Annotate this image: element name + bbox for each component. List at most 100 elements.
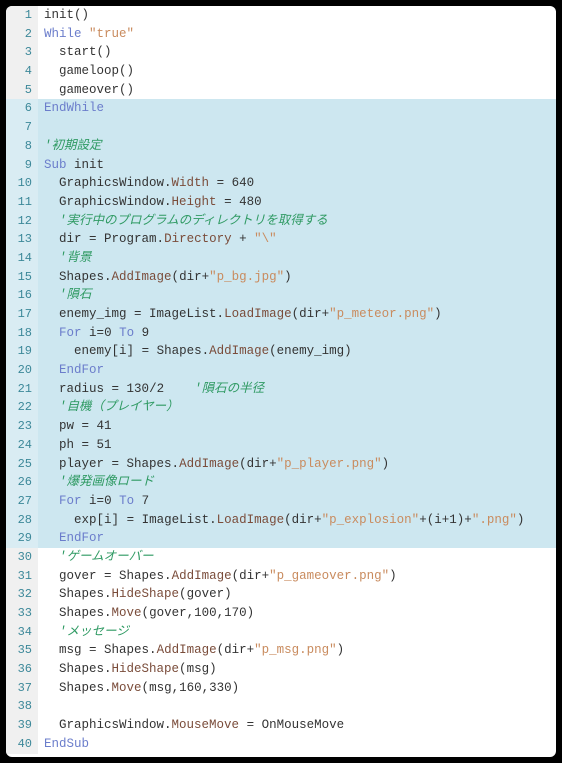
code-line[interactable]: 13 dir = Program.Directory + "\"	[6, 230, 556, 249]
line-content[interactable]: start()	[38, 43, 556, 62]
line-content[interactable]: '実行中のプログラムのディレクトリを取得する	[38, 212, 556, 231]
code-line[interactable]: 8'初期設定	[6, 137, 556, 156]
code-line[interactable]: 25 player = Shapes.AddImage(dir+"p_playe…	[6, 455, 556, 474]
code-line[interactable]: 16 '隕石	[6, 286, 556, 305]
code-line[interactable]: 19 enemy[i] = Shapes.AddImage(enemy_img)	[6, 342, 556, 361]
code-line[interactable]: 4 gameloop()	[6, 62, 556, 81]
code-line[interactable]: 33 Shapes.Move(gover,100,170)	[6, 604, 556, 623]
code-line[interactable]: 18 For i=0 To 9	[6, 324, 556, 343]
token-punct: (	[239, 457, 247, 471]
token-number: 330	[209, 681, 232, 695]
token-op: +	[269, 457, 277, 471]
line-content[interactable]: EndWhile	[38, 99, 556, 118]
token-ident	[89, 419, 97, 433]
code-line[interactable]: 21 radius = 130/2 '隕石の半径	[6, 380, 556, 399]
code-line[interactable]: 9Sub init	[6, 156, 556, 175]
line-content[interactable]: msg = Shapes.AddImage(dir+"p_msg.png")	[38, 641, 556, 660]
token-string: "p_bg.jpg"	[209, 270, 284, 284]
line-content[interactable]: gameloop()	[38, 62, 556, 81]
code-line[interactable]: 26 '爆発画像ロード	[6, 473, 556, 492]
line-content[interactable]: Shapes.Move(msg,160,330)	[38, 679, 556, 698]
code-line[interactable]: 34 'メッセージ	[6, 623, 556, 642]
line-number: 21	[6, 380, 38, 399]
line-content[interactable]: gameover()	[38, 81, 556, 100]
line-content[interactable]: enemy[i] = Shapes.AddImage(enemy_img)	[38, 342, 556, 361]
line-content[interactable]: '背景	[38, 249, 556, 268]
line-content[interactable]: Shapes.HideShape(gover)	[38, 585, 556, 604]
token-ident: GraphicsWindow	[44, 176, 164, 190]
line-content[interactable]: player = Shapes.AddImage(dir+"p_player.p…	[38, 455, 556, 474]
code-line[interactable]: 22 '自機（プレイヤー）	[6, 398, 556, 417]
line-content[interactable]: For i=0 To 7	[38, 492, 556, 511]
code-line[interactable]: 12 '実行中のプログラムのディレクトリを取得する	[6, 212, 556, 231]
token-op: +	[202, 270, 210, 284]
code-line[interactable]: 38	[6, 697, 556, 716]
code-line[interactable]: 37 Shapes.Move(msg,160,330)	[6, 679, 556, 698]
code-line[interactable]: 40EndSub	[6, 735, 556, 754]
code-line[interactable]: 17 enemy_img = ImageList.LoadImage(dir+"…	[6, 305, 556, 324]
code-line[interactable]: 10 GraphicsWindow.Width = 640	[6, 174, 556, 193]
token-ident	[44, 494, 59, 508]
line-content[interactable]: GraphicsWindow.Height = 480	[38, 193, 556, 212]
line-content[interactable]: While "true"	[38, 25, 556, 44]
line-content[interactable]: For i=0 To 9	[38, 324, 556, 343]
line-content[interactable]: radius = 130/2 '隕石の半径	[38, 380, 556, 399]
code-line[interactable]: 1init()	[6, 6, 556, 25]
line-content[interactable]: Shapes.AddImage(dir+"p_bg.jpg")	[38, 268, 556, 287]
code-area[interactable]: 1init()2While "true"3 start()4 gameloop(…	[6, 6, 556, 757]
line-content[interactable]: '爆発画像ロード	[38, 473, 556, 492]
token-number: 41	[97, 419, 112, 433]
code-line[interactable]: 24 ph = 51	[6, 436, 556, 455]
line-content[interactable]: EndFor	[38, 529, 556, 548]
line-content[interactable]: Shapes.Move(gover,100,170)	[38, 604, 556, 623]
code-line[interactable]: 3 start()	[6, 43, 556, 62]
line-content[interactable]: GraphicsWindow.Width = 640	[38, 174, 556, 193]
code-line[interactable]: 7	[6, 118, 556, 137]
code-line[interactable]: 2While "true"	[6, 25, 556, 44]
code-line[interactable]: 30 'ゲームオーバー	[6, 548, 556, 567]
line-content[interactable]: 'ゲームオーバー	[38, 548, 556, 567]
line-content[interactable]: 'メッセージ	[38, 623, 556, 642]
code-line[interactable]: 28 exp[i] = ImageList.LoadImage(dir+"p_e…	[6, 511, 556, 530]
token-member: AddImage	[157, 643, 217, 657]
line-content[interactable]: gover = Shapes.AddImage(dir+"p_gameover.…	[38, 567, 556, 586]
token-ident: dir	[179, 270, 202, 284]
token-ident: ph	[44, 438, 82, 452]
line-content[interactable]: Sub init	[38, 156, 556, 175]
code-line[interactable]: 20 EndFor	[6, 361, 556, 380]
code-line[interactable]: 35 msg = Shapes.AddImage(dir+"p_msg.png"…	[6, 641, 556, 660]
code-line[interactable]: 27 For i=0 To 7	[6, 492, 556, 511]
line-content[interactable]: '初期設定	[38, 137, 556, 156]
line-content[interactable]: init()	[38, 6, 556, 25]
line-content[interactable]: pw = 41	[38, 417, 556, 436]
token-ident: Shapes	[44, 662, 104, 676]
code-line[interactable]: 14 '背景	[6, 249, 556, 268]
line-content[interactable]: GraphicsWindow.MouseMove = OnMouseMove	[38, 716, 556, 735]
code-line[interactable]: 39 GraphicsWindow.MouseMove = OnMouseMov…	[6, 716, 556, 735]
code-line[interactable]: 36 Shapes.HideShape(msg)	[6, 660, 556, 679]
line-number: 20	[6, 361, 38, 380]
code-line[interactable]: 31 gover = Shapes.AddImage(dir+"p_gameov…	[6, 567, 556, 586]
line-content[interactable]: Shapes.HideShape(msg)	[38, 660, 556, 679]
code-line[interactable]: 6EndWhile	[6, 99, 556, 118]
code-line[interactable]: 5 gameover()	[6, 81, 556, 100]
token-string: "p_meteor.png"	[329, 307, 434, 321]
line-content[interactable]: dir = Program.Directory + "\"	[38, 230, 556, 249]
line-content[interactable]: ph = 51	[38, 436, 556, 455]
line-content[interactable]: '隕石	[38, 286, 556, 305]
line-content[interactable]: exp[i] = ImageList.LoadImage(dir+"p_expl…	[38, 511, 556, 530]
code-line[interactable]: 32 Shapes.HideShape(gover)	[6, 585, 556, 604]
token-ident	[44, 550, 59, 564]
line-content[interactable]: enemy_img = ImageList.LoadImage(dir+"p_m…	[38, 305, 556, 324]
code-editor[interactable]: 1init()2While "true"3 start()4 gameloop(…	[6, 6, 556, 757]
token-op: =	[209, 176, 232, 190]
line-content[interactable]: '自機（プレイヤー）	[38, 398, 556, 417]
token-ident: i	[434, 513, 442, 527]
line-content[interactable]: EndSub	[38, 735, 556, 754]
line-content[interactable]: EndFor	[38, 361, 556, 380]
token-number: 0	[104, 326, 112, 340]
code-line[interactable]: 11 GraphicsWindow.Height = 480	[6, 193, 556, 212]
code-line[interactable]: 15 Shapes.AddImage(dir+"p_bg.jpg")	[6, 268, 556, 287]
code-line[interactable]: 23 pw = 41	[6, 417, 556, 436]
code-line[interactable]: 29 EndFor	[6, 529, 556, 548]
